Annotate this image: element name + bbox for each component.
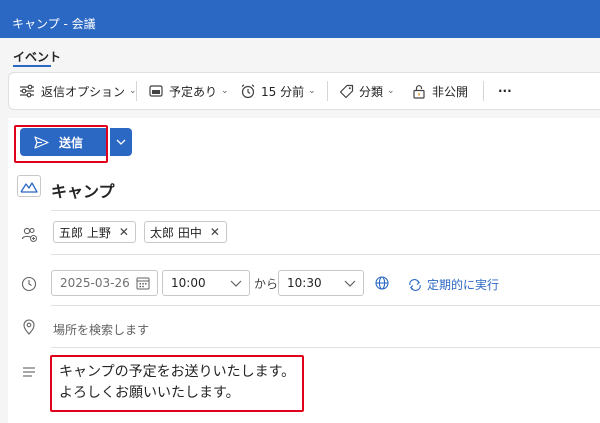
event-image-icon[interactable]: [17, 175, 41, 197]
show-as-label: 予定あり: [169, 84, 218, 99]
send-highlight-box: [14, 125, 108, 163]
chevron-down-icon: [230, 280, 242, 287]
ribbon-tabs: イベント: [0, 38, 600, 68]
divider: [51, 210, 600, 211]
clock-icon: [20, 275, 38, 293]
reply-options-icon: [20, 84, 34, 98]
start-time-value: 10:00: [171, 276, 206, 290]
show-as-button[interactable]: 予定あり ⌄: [149, 73, 229, 109]
window-title: キャンプ - 会議: [12, 17, 96, 31]
divider: [51, 347, 600, 348]
chevron-down-icon: ⌄: [387, 86, 395, 96]
chevron-down-icon: ⌄: [308, 86, 316, 96]
send-options-button[interactable]: [110, 128, 132, 156]
tab-event[interactable]: イベント: [13, 48, 61, 65]
end-time-select[interactable]: 10:30: [278, 270, 364, 296]
tab-active-indicator: [13, 65, 51, 67]
alarm-clock-icon: [241, 84, 255, 99]
text-lines-icon: [20, 363, 38, 381]
reply-options-button[interactable]: 返信オプション ⌄: [19, 73, 137, 109]
location-input[interactable]: 場所を検索します: [53, 321, 149, 338]
categorize-label: 分類: [359, 84, 384, 99]
chevron-down-icon: [116, 139, 126, 145]
toolbar-divider: [483, 81, 484, 101]
private-button[interactable]: 非公開: [412, 73, 468, 109]
remove-attendee-icon[interactable]: ✕: [119, 225, 129, 239]
event-title-input[interactable]: キャンプ: [51, 178, 115, 202]
lock-icon: [413, 84, 425, 99]
globe-icon[interactable]: [375, 276, 389, 290]
chevron-down-icon: [344, 280, 356, 287]
mountain-icon: [20, 181, 38, 193]
categorize-button[interactable]: 分類 ⌄: [339, 73, 395, 109]
repeat-icon: [409, 278, 421, 291]
toolbar-divider: [136, 81, 137, 101]
start-date-value: 2025-03-26: [60, 276, 130, 290]
end-time-value: 10:30: [287, 276, 322, 290]
calendar-icon[interactable]: [136, 276, 150, 290]
remove-attendee-icon[interactable]: ✕: [210, 225, 220, 239]
attendee-chip[interactable]: 五郎 上野 ✕: [53, 221, 136, 243]
busy-status-icon: [149, 85, 163, 97]
ribbon-toolbar: 返信オプション ⌄ 予定あり ⌄ 15 分前 ⌄ 分類 ⌄ 非公開 ···: [8, 72, 600, 110]
private-label: 非公開: [432, 84, 469, 99]
recurrence-label: 定期的に実行: [427, 278, 500, 292]
attendees-icon: [20, 225, 38, 243]
body-highlight-box: [50, 355, 304, 412]
attendee-name: 太郎 田中: [150, 225, 202, 240]
start-date-field[interactable]: 2025-03-26: [51, 270, 158, 296]
to-label: から: [254, 277, 279, 291]
chevron-down-icon: ⌄: [221, 86, 229, 96]
event-form: 送信 キャンプ 五郎 上野 ✕ 太郎 田中 ✕ 2025-03-26 10:00…: [8, 118, 600, 423]
reminder-label: 15 分前: [261, 84, 305, 99]
more-icon: ···: [498, 84, 512, 98]
more-options-button[interactable]: ···: [498, 73, 512, 109]
location-pin-icon: [20, 318, 38, 336]
attendee-name: 五郎 上野: [59, 225, 111, 240]
recurrence-button[interactable]: 定期的に実行: [408, 276, 499, 293]
start-time-select[interactable]: 10:00: [162, 270, 250, 296]
window-titlebar: キャンプ - 会議: [0, 0, 600, 38]
toolbar-divider: [327, 81, 328, 101]
attendee-chip[interactable]: 太郎 田中 ✕: [144, 221, 227, 243]
reply-options-label: 返信オプション: [41, 84, 126, 99]
reminder-button[interactable]: 15 分前 ⌄: [240, 73, 316, 109]
divider: [51, 254, 600, 255]
tag-icon: [339, 84, 354, 98]
divider: [51, 305, 600, 306]
